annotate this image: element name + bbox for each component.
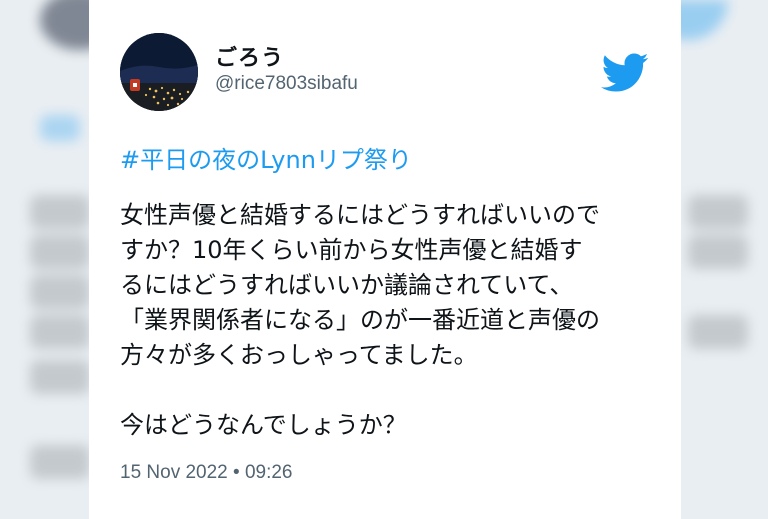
tweet-text-line: 方々が多くおっしゃってました。	[120, 341, 478, 369]
night-city-avatar-icon	[120, 33, 198, 111]
tweet-text-line: 「業界関係者になる」のが一番近道と声優の	[120, 306, 600, 334]
tweet-timestamp[interactable]: 15 Nov 2022 • 09:26	[120, 462, 293, 484]
tweet-text: 女性声優と結婚するにはどうすればいいので すか？10年くらい前から女性声優と結婚…	[120, 198, 660, 443]
background-text-blur	[30, 235, 90, 269]
twitter-bird-icon[interactable]	[601, 53, 649, 93]
background-text-blur	[30, 445, 90, 479]
tweet-text-line: 女性声優と結婚するにはどうすればいいので	[120, 201, 600, 229]
tweet-text-line: 今はどうなんでしょうか？	[120, 411, 407, 439]
background-hashtag-blur	[40, 115, 80, 141]
user-handle[interactable]: @rice7803sibafu	[215, 73, 358, 95]
background-text-blur	[30, 315, 90, 349]
background-text-blur	[30, 275, 90, 309]
screenshot-stage: ごろう @rice7803sibafu #平日の夜のLynnリプ祭り 女性声優と…	[0, 0, 768, 519]
tweet-text-line: るにはどうすればいいか議論されていて、	[120, 271, 574, 299]
background-text-blur	[688, 315, 748, 349]
tweet-text-line: すか？10年くらい前から女性声優と結婚す	[120, 236, 583, 264]
background-text-blur	[688, 195, 748, 229]
hashtag-link[interactable]: #平日の夜のLynnリプ祭り	[120, 140, 412, 175]
tweet-card: ごろう @rice7803sibafu #平日の夜のLynnリプ祭り 女性声優と…	[89, 0, 681, 519]
display-name[interactable]: ごろう	[215, 40, 284, 72]
background-text-blur	[688, 235, 748, 269]
user-avatar[interactable]	[120, 33, 198, 111]
background-text-blur	[30, 360, 90, 394]
background-text-blur	[30, 195, 90, 229]
